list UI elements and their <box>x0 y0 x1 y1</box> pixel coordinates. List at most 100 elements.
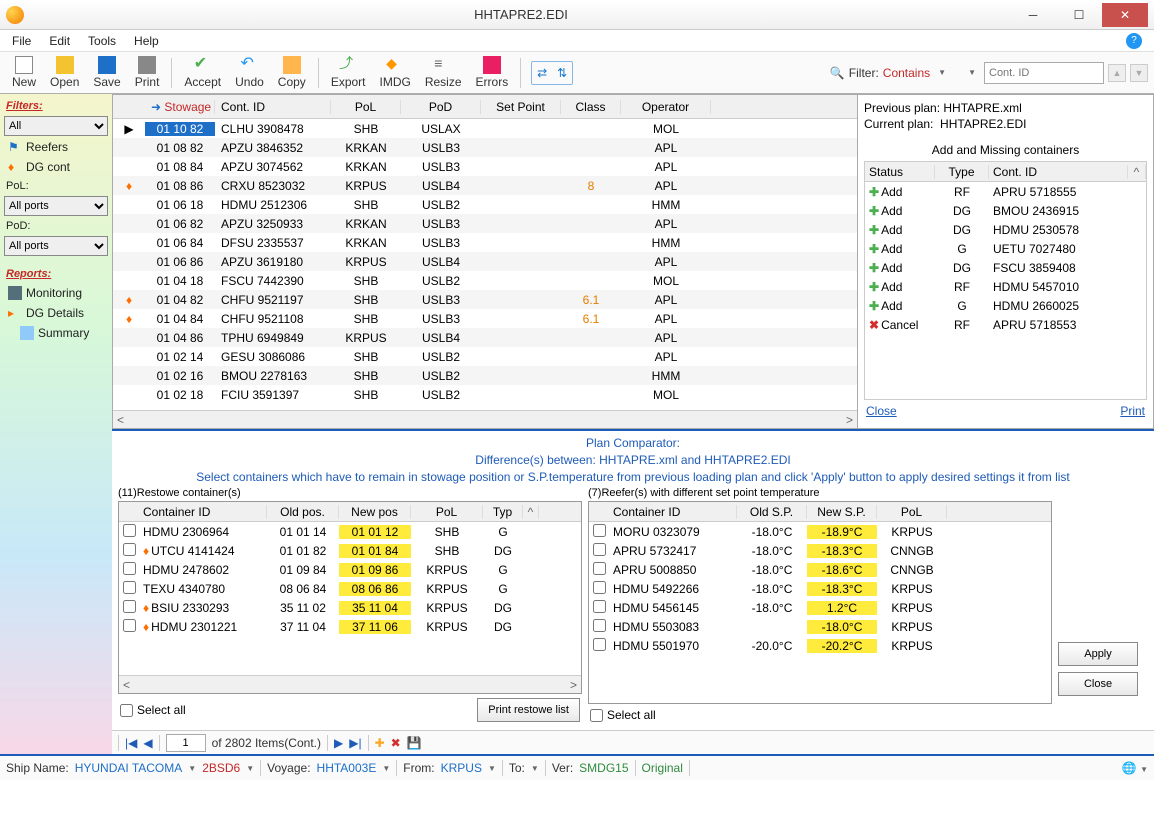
menu-help[interactable]: Help <box>134 34 159 48</box>
restowe-scroll-left-icon[interactable]: < <box>123 678 130 692</box>
reefer-col-new[interactable]: New S.P. <box>807 505 877 519</box>
rp-col-type[interactable]: Type <box>935 165 989 179</box>
col-stowage[interactable]: Stowage <box>164 100 211 114</box>
restowe-row[interactable]: ♦ BSIU 233029335 11 0235 11 04KRPUSDG <box>119 598 581 617</box>
restowe-scroll-up-icon[interactable]: ^ <box>523 505 539 519</box>
open-button[interactable]: Open <box>44 54 85 91</box>
reefer-col-pol[interactable]: PoL <box>877 505 947 519</box>
reefer-col-id[interactable]: Container ID <box>609 505 737 519</box>
prev-page-icon[interactable]: ◀ <box>143 736 152 750</box>
undo-button[interactable]: ↶Undo <box>229 54 270 91</box>
reefer-row[interactable]: HDMU 5501970-20.0°C-20.2°CKRPUS <box>589 636 1051 655</box>
sidebar-dg[interactable]: ♦DG cont <box>4 158 108 176</box>
filter-mode[interactable]: Contains <box>883 66 930 80</box>
filter-mode-dropdown-icon[interactable]: ▼ <box>934 68 950 77</box>
restowe-col-id[interactable]: Container ID <box>139 505 267 519</box>
restowe-row[interactable]: ♦ HDMU 230122137 11 0437 11 06KRPUSDG <box>119 617 581 636</box>
sidebar-summary[interactable]: Summary <box>4 324 108 342</box>
next-page-icon[interactable]: ▶ <box>334 736 343 750</box>
restowe-row[interactable]: HDMU 247860201 09 8401 09 86KRPUSG <box>119 560 581 579</box>
last-page-icon[interactable]: ▶| <box>349 736 361 750</box>
grid-row[interactable]: 01 06 86APZU 3619180KRPUSUSLB4APL <box>113 252 857 271</box>
restowe-col-pol[interactable]: PoL <box>411 505 483 519</box>
close-button[interactable]: ✕ <box>1102 3 1148 27</box>
new-button[interactable]: New <box>6 54 42 91</box>
grid-row[interactable]: ♦01 04 82CHFU 9521197SHBUSLB36.1APL <box>113 290 857 309</box>
restowe-select-all[interactable]: Select all <box>120 703 186 717</box>
sidebar-reefers[interactable]: ⚑Reefers <box>4 138 108 156</box>
add-row-icon[interactable]: ✚ <box>375 736 385 750</box>
grid-row[interactable]: 01 08 82APZU 3846352KRKANUSLB3APL <box>113 138 857 157</box>
grid-row[interactable]: 01 04 86TPHU 6949849KRPUSUSLB4APL <box>113 328 857 347</box>
restowe-row[interactable]: TEXU 434078008 06 8408 06 86KRPUSG <box>119 579 581 598</box>
restowe-col-new[interactable]: New pos <box>339 505 411 519</box>
reefer-row[interactable]: MORU 0323079-18.0°C-18.9°CKRPUS <box>589 522 1051 541</box>
reefer-row[interactable]: HDMU 5492266-18.0°C-18.3°CKRPUS <box>589 579 1051 598</box>
apply-button[interactable]: Apply <box>1058 642 1138 666</box>
rp-close-link[interactable]: Close <box>866 404 897 418</box>
reefer-row[interactable]: APRU 5732417-18.0°C-18.3°CCNNGB <box>589 541 1051 560</box>
globe-icon[interactable]: 🌐 ▼ <box>1122 761 1148 775</box>
save-row-icon[interactable]: 💾 <box>407 736 422 750</box>
maximize-button[interactable]: ☐ <box>1056 3 1102 27</box>
rp-row[interactable]: ✚ AddDGFSCU 3859408 <box>865 258 1146 277</box>
rp-row[interactable]: ✚ AddDGHDMU 2530578 <box>865 220 1146 239</box>
rp-row[interactable]: ✚ AddRFHDMU 5457010 <box>865 277 1146 296</box>
toggle-right-icon[interactable]: ⇅ <box>552 62 572 84</box>
filter-up-icon[interactable]: ▲ <box>1108 64 1126 82</box>
col-pod[interactable]: PoD <box>401 100 481 114</box>
grid-row[interactable]: 01 06 84DFSU 2335537KRKANUSLB3HMM <box>113 233 857 252</box>
code-dropdown-icon[interactable]: ▼ <box>246 764 254 773</box>
sidebar-dg-details[interactable]: ▸DG Details <box>4 304 108 322</box>
rp-row[interactable]: ✚ AddGHDMU 2660025 <box>865 296 1146 315</box>
grid-row[interactable]: 01 02 14GESU 3086086SHBUSLB2APL <box>113 347 857 366</box>
filter-all-select[interactable]: All <box>4 116 108 136</box>
rp-col-id[interactable]: Cont. ID <box>989 165 1128 179</box>
from-value[interactable]: KRPUS <box>441 761 482 775</box>
minimize-button[interactable]: ─ <box>1010 3 1056 27</box>
to-dropdown-icon[interactable]: ▼ <box>531 764 539 773</box>
grid-row[interactable]: ♦01 08 86CRXU 8523032KRPUSUSLB48APL <box>113 176 857 195</box>
imdg-button[interactable]: ◆IMDG <box>374 54 417 91</box>
scroll-left-icon[interactable]: < <box>117 413 124 427</box>
grid-row[interactable]: 01 08 84APZU 3074562KRKANUSLB3APL <box>113 157 857 176</box>
reefer-row[interactable]: HDMU 5503083-18.0°CKRPUS <box>589 617 1051 636</box>
rp-col-status[interactable]: Status <box>865 165 935 179</box>
errors-button[interactable]: Errors <box>470 54 515 91</box>
col-contid[interactable]: Cont. ID <box>215 100 331 114</box>
restowe-col-typ[interactable]: Typ <box>483 505 523 519</box>
grid-row[interactable]: ▶ 01 10 82CLHU 3908478SHBUSLAXMOL <box>113 119 857 138</box>
grid-row[interactable]: 01 06 18HDMU 2512306SHBUSLB2HMM <box>113 195 857 214</box>
from-dropdown-icon[interactable]: ▼ <box>488 764 496 773</box>
sidebar-monitoring[interactable]: Monitoring <box>4 284 108 302</box>
accept-button[interactable]: ✔Accept <box>178 54 227 91</box>
toggle-left-icon[interactable]: ⇄ <box>532 62 552 84</box>
print-button[interactable]: Print <box>129 54 166 91</box>
cmp-close-button[interactable]: Close <box>1058 672 1138 696</box>
toggle-group[interactable]: ⇄ ⇅ <box>531 61 573 85</box>
menu-tools[interactable]: Tools <box>88 34 116 48</box>
filter-input[interactable] <box>984 62 1104 84</box>
reefer-select-all[interactable]: Select all <box>590 708 656 722</box>
pol-select[interactable]: All ports <box>4 196 108 216</box>
rp-row[interactable]: ✚ AddRFAPRU 5718555 <box>865 182 1146 201</box>
reefer-col-old[interactable]: Old S.P. <box>737 505 807 519</box>
restowe-col-old[interactable]: Old pos. <box>267 505 339 519</box>
save-button[interactable]: Save <box>87 54 126 91</box>
reefer-row[interactable]: APRU 5008850-18.0°C-18.6°CCNNGB <box>589 560 1051 579</box>
copy-button[interactable]: Copy <box>272 54 312 91</box>
main-grid[interactable]: ➜ Stowage Cont. ID PoL PoD Set Point Cla… <box>112 94 858 429</box>
pod-select[interactable]: All ports <box>4 236 108 256</box>
resize-button[interactable]: ≡Resize <box>419 54 468 91</box>
export-button[interactable]: ⤴Export <box>325 54 372 91</box>
ship-dropdown-icon[interactable]: ▼ <box>188 764 196 773</box>
filter-down-icon[interactable]: ▼ <box>1130 64 1148 82</box>
filter-field-dropdown-icon[interactable]: ▼ <box>964 68 980 77</box>
page-input[interactable] <box>166 734 206 752</box>
rp-print-link[interactable]: Print <box>1120 404 1145 418</box>
col-class[interactable]: Class <box>561 100 621 114</box>
scroll-right-icon[interactable]: > <box>846 413 853 427</box>
restowe-row[interactable]: ♦ UTCU 414142401 01 8201 01 84SHBDG <box>119 541 581 560</box>
print-restowe-button[interactable]: Print restowe list <box>477 698 580 722</box>
reefer-table[interactable]: Container ID Old S.P. New S.P. PoL MORU … <box>588 501 1052 704</box>
